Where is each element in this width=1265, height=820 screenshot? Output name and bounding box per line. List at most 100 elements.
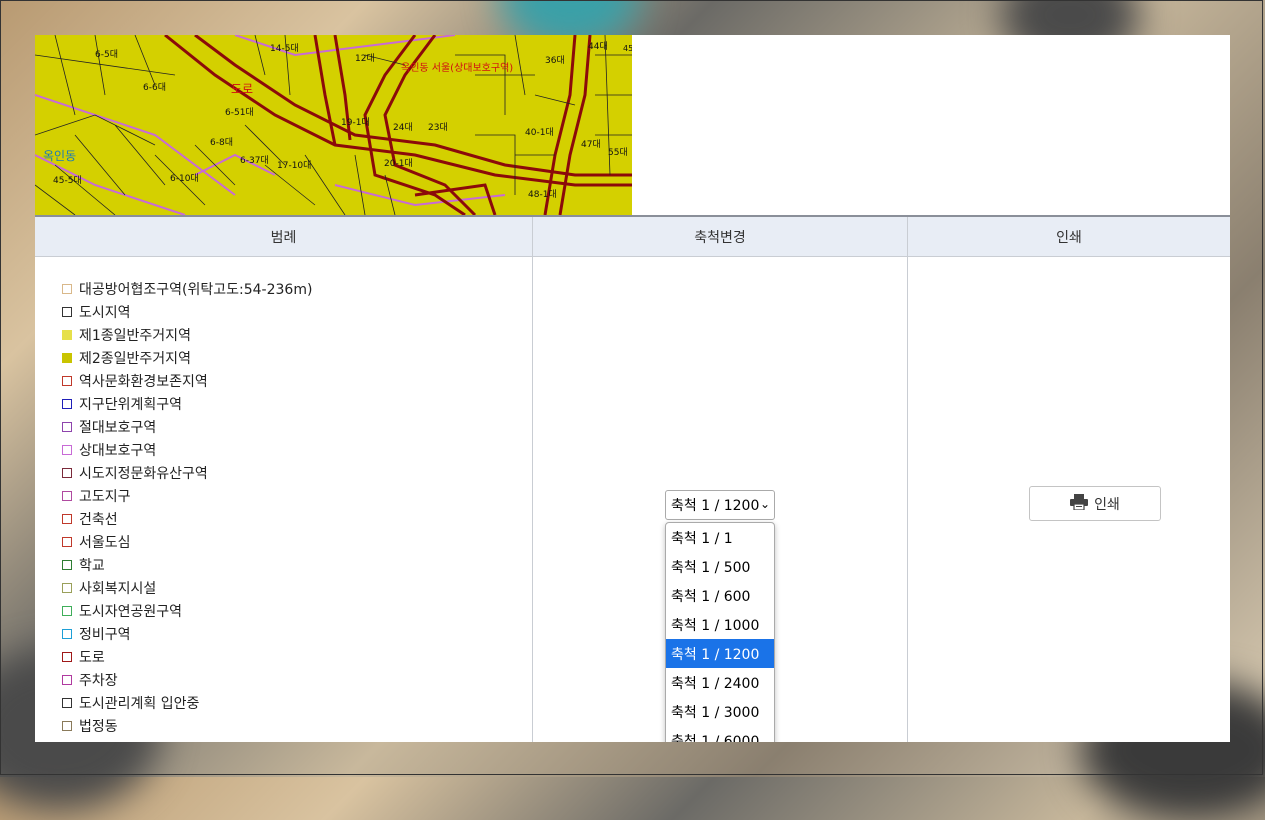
legend-swatch xyxy=(62,352,72,363)
scale-header: 축척변경 xyxy=(533,217,907,257)
legend-label: 도시자연공원구역 xyxy=(79,603,183,620)
legend-header: 범례 xyxy=(35,217,532,257)
svg-text:17-10대: 17-10대 xyxy=(277,160,311,171)
svg-text:12대: 12대 xyxy=(355,53,375,64)
parcel-map[interactable]: 6-5대 6-6대 14-5대 12대 36대 44대 45대 6-51대 19… xyxy=(35,35,632,215)
legend-label: 도시관리계획 입안중 xyxy=(79,695,200,712)
scale-option[interactable]: 축척 1 / 6000 xyxy=(666,726,774,743)
info-table: 범례 축척변경 인쇄 대공방어협조구역(위탁고도:54-236m) 도시지역제1종… xyxy=(35,215,1230,742)
svg-text:36대: 36대 xyxy=(545,55,565,66)
legend-swatch xyxy=(62,421,72,432)
svg-text:도로: 도로 xyxy=(231,82,253,96)
legend-item: 역사문화환경보존지역 xyxy=(62,369,312,392)
legend-swatch xyxy=(62,697,72,708)
svg-text:옥인동: 옥인동 xyxy=(43,149,76,163)
svg-text:40-1대: 40-1대 xyxy=(525,127,554,138)
legend-swatch xyxy=(62,375,72,386)
legend-swatch xyxy=(62,329,72,340)
legend-label: 대공방어협조구역(위탁고도:54-236m) xyxy=(79,281,313,298)
legend-swatch xyxy=(62,306,72,317)
legend-item: 도시관리계획 입안중 xyxy=(62,691,312,714)
legend-item: 도시지역 xyxy=(62,300,312,323)
scale-select-value: 축척 1 / 1200 xyxy=(671,498,760,514)
legend-swatch xyxy=(62,559,72,570)
legend-item: 시도지정문화유산구역 xyxy=(62,461,312,484)
legend-swatch xyxy=(62,720,72,731)
print-button-label: 인쇄 xyxy=(1094,496,1120,513)
svg-text:옥인동 서울(상대보호구역): 옥인동 서울(상대보호구역) xyxy=(401,62,513,74)
svg-text:45대: 45대 xyxy=(623,44,632,53)
svg-text:19-1대: 19-1대 xyxy=(341,117,370,128)
legend-swatch xyxy=(62,398,72,409)
legend-swatch xyxy=(62,582,72,593)
svg-text:48-1대: 48-1대 xyxy=(528,189,557,200)
legend-label: 상대보호구역 xyxy=(79,442,157,459)
svg-text:20-1대: 20-1대 xyxy=(384,158,413,169)
legend-swatch xyxy=(62,467,72,478)
scale-option[interactable]: 축척 1 / 1 xyxy=(666,523,774,552)
legend-swatch xyxy=(62,283,72,294)
legend-swatch xyxy=(62,605,72,616)
legend-label: 주차장 xyxy=(79,672,118,689)
svg-text:24대: 24대 xyxy=(393,122,413,133)
scale-option[interactable]: 축척 1 / 600 xyxy=(666,581,774,610)
svg-text:44대: 44대 xyxy=(588,41,608,52)
scale-option[interactable]: 축척 1 / 2400 xyxy=(666,668,774,697)
svg-text:23대: 23대 xyxy=(428,122,448,133)
scale-option[interactable]: 축척 1 / 3000 xyxy=(666,697,774,726)
legend-label: 도시지역 xyxy=(79,304,131,321)
scale-select[interactable]: 축척 1 / 1200 ⌄ xyxy=(665,490,775,520)
svg-text:6-10대: 6-10대 xyxy=(170,173,199,184)
svg-text:6-37대: 6-37대 xyxy=(240,155,269,166)
legend-label: 역사문화환경보존지역 xyxy=(79,373,208,390)
legend-label: 제2종일반주거지역 xyxy=(79,350,191,367)
svg-text:45-5대: 45-5대 xyxy=(53,175,82,186)
column-divider xyxy=(907,217,908,742)
svg-text:6-51대: 6-51대 xyxy=(225,107,254,118)
legend-label: 서울도심 xyxy=(79,534,131,551)
legend-item: 도로 xyxy=(62,645,312,668)
svg-text:47대: 47대 xyxy=(581,139,601,150)
legend-label: 제1종일반주거지역 xyxy=(79,327,191,344)
legend-swatch xyxy=(62,513,72,524)
legend-label: 법정동 xyxy=(79,718,118,735)
scale-option[interactable]: 축척 1 / 1200 xyxy=(666,639,774,668)
legend-item: 고도지구 xyxy=(62,484,312,507)
svg-text:6-5대: 6-5대 xyxy=(95,49,118,60)
legend-item: 법정동 xyxy=(62,714,312,737)
legend-label: 고도지구 xyxy=(79,488,131,505)
legend-label: 건축선 xyxy=(79,511,118,528)
print-header: 인쇄 xyxy=(908,217,1230,257)
legend-item: 제1종일반주거지역 xyxy=(62,323,312,346)
legend-item: 서울도심 xyxy=(62,530,312,553)
legend-label: 시도지정문화유산구역 xyxy=(79,465,208,482)
legend-swatch xyxy=(62,628,72,639)
legend-item: 절대보호구역 xyxy=(62,415,312,438)
svg-text:6-6대: 6-6대 xyxy=(143,82,166,93)
scale-dropdown[interactable]: 축척 1 / 1 축척 1 / 500 축척 1 / 600 축척 1 / 1000 축… xyxy=(665,522,775,742)
legend-item: 주차장 xyxy=(62,668,312,691)
legend-label: 절대보호구역 xyxy=(79,419,157,436)
legend-item: 지구단위계획구역 xyxy=(62,392,312,415)
legend-swatch xyxy=(62,674,72,685)
chevron-down-icon: ⌄ xyxy=(759,497,770,511)
legend-swatch xyxy=(62,651,72,662)
legend-label: 도로 xyxy=(79,649,105,666)
svg-text:14-5대: 14-5대 xyxy=(270,43,299,54)
scale-option[interactable]: 축척 1 / 1000 xyxy=(666,610,774,639)
legend-label: 정비구역 xyxy=(79,626,131,643)
legend-item: 건축선 xyxy=(62,507,312,530)
legend-label: 사회복지시설 xyxy=(79,580,157,597)
legend-swatch xyxy=(62,444,72,455)
legend-item: 대공방어협조구역(위탁고도:54-236m) xyxy=(62,277,312,300)
legend-label: 학교 xyxy=(79,557,105,574)
column-divider xyxy=(532,217,533,742)
legend-item: 정비구역 xyxy=(62,622,312,645)
legend-swatch xyxy=(62,536,72,547)
legend-item: 사회복지시설 xyxy=(62,576,312,599)
svg-text:55대: 55대 xyxy=(608,147,628,158)
printer-icon xyxy=(1070,493,1089,514)
print-button[interactable]: 인쇄 xyxy=(1029,486,1161,521)
scale-option[interactable]: 축척 1 / 500 xyxy=(666,552,774,581)
legend-item: 상대보호구역 xyxy=(62,438,312,461)
